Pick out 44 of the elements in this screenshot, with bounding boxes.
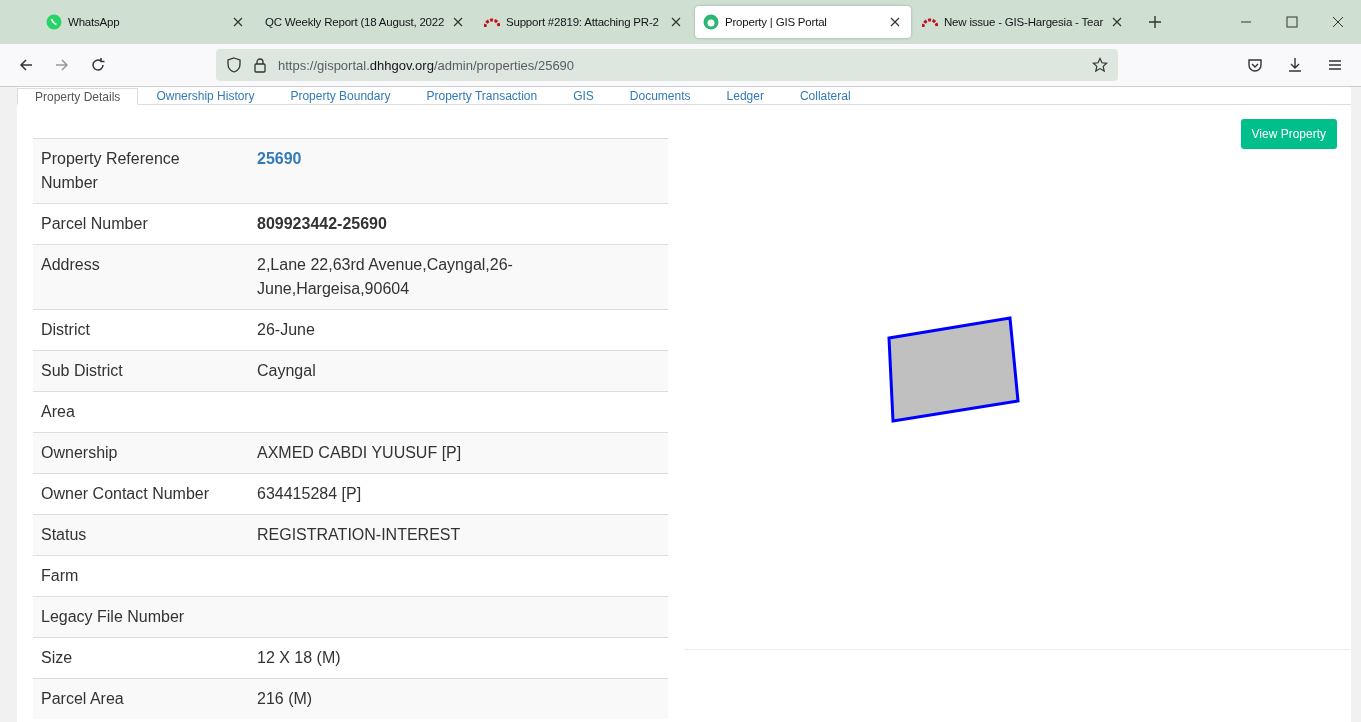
- field-value: AXMED CABDI YUUSUF [P]: [257, 444, 462, 461]
- star-icon[interactable]: [1092, 57, 1108, 73]
- page-tab[interactable]: Collateral: [781, 88, 869, 104]
- field-value: 634415284 [P]: [257, 485, 362, 502]
- download-icon[interactable]: [1287, 57, 1303, 73]
- shield-icon[interactable]: [226, 57, 242, 73]
- field-value: REGISTRATION-INTEREST: [257, 526, 461, 543]
- page-tab[interactable]: Property Transaction: [408, 88, 556, 104]
- page-tab[interactable]: Ownership History: [138, 88, 273, 104]
- chat-icon: [46, 14, 62, 30]
- reference-link[interactable]: 25690: [257, 150, 302, 167]
- field-value: 2,Lane 22,63rd Avenue,Cayngal,26-June,Hargeisa,90604: [257, 256, 513, 297]
- field-value: Cayngal: [257, 362, 316, 379]
- page-tab[interactable]: Property Details: [17, 88, 139, 105]
- field-label: Ownership: [33, 432, 249, 474]
- field-value: 26-June: [257, 321, 315, 338]
- url-text: https://gisportal.dhhgov.org/admin/properties/25690: [278, 57, 576, 73]
- reload-icon[interactable]: [90, 57, 106, 73]
- browser-tab[interactable]: New issue - GIS-Hargesia - Tear: [914, 6, 1130, 38]
- field-value: 809923442-25690: [257, 215, 387, 232]
- page-tab[interactable]: Documents: [611, 88, 709, 104]
- browser-tab[interactable]: Support #2819: Attaching PR-2: [476, 6, 692, 38]
- pocket-icon[interactable]: [1247, 57, 1263, 73]
- plus-icon[interactable]: [1147, 14, 1163, 30]
- field-label: Legacy File Number: [33, 596, 249, 638]
- field-value: 12 X 18 (M): [257, 649, 341, 666]
- page-tab[interactable]: Ledger: [708, 88, 782, 104]
- browser-tab[interactable]: Property | GIS Portal: [695, 6, 911, 38]
- browser-tab[interactable]: WhatsApp: [38, 6, 254, 38]
- field-label: Address: [33, 244, 249, 310]
- page-tab[interactable]: Property Boundary: [272, 88, 409, 104]
- field-label: Property Reference Number: [33, 138, 249, 204]
- forward-icon[interactable]: [54, 57, 70, 73]
- field-label: Status: [33, 514, 249, 556]
- field-label: Parcel Area: [33, 678, 249, 719]
- field-label: Sub District: [33, 350, 249, 392]
- globe-icon: [703, 14, 719, 30]
- lock-icon[interactable]: [252, 57, 268, 73]
- browser-tab[interactable]: QC Weekly Report (18 August, 2022: [257, 6, 473, 38]
- menu-icon[interactable]: [1327, 57, 1343, 73]
- page-tab[interactable]: GIS: [555, 88, 612, 104]
- field-value: 216 (M): [257, 690, 313, 707]
- back-icon[interactable]: [18, 57, 34, 73]
- address-bar[interactable]: https://gisportal.dhhgov.org/admin/properties/25690: [216, 49, 1118, 81]
